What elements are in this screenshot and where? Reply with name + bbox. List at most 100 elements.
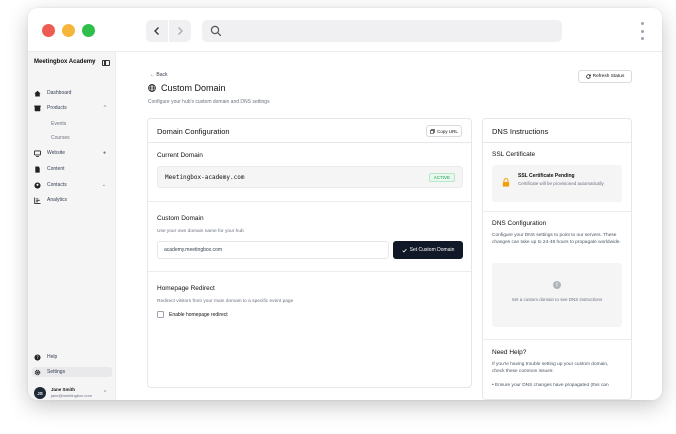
dns-instructions-card: DNS Instructions SSL Certificate SSL Cer… — [482, 118, 632, 400]
minimize-window-button[interactable] — [62, 24, 75, 37]
set-custom-domain-button[interactable]: Set Custom Domain — [393, 241, 463, 259]
avatar: JS — [34, 387, 46, 399]
need-help-title: Need Help? — [492, 349, 527, 356]
sidebar-item-products[interactable]: Products ^ — [34, 103, 112, 113]
ssl-status-box: SSL Certificate Pending Certificate will… — [492, 165, 622, 202]
sidebar-item-website[interactable]: Website ● — [34, 148, 112, 158]
divider — [483, 211, 631, 212]
custom-domain-input[interactable]: academy.meetingbox.com — [157, 241, 389, 259]
sidebar-item-analytics[interactable]: Analytics — [34, 195, 112, 205]
copy-url-label: Copy URL — [437, 128, 458, 134]
sidebar-item-dashboard[interactable]: Dashboard — [34, 88, 112, 98]
sidebar: Meetingbox Academy ▾ Dashboard Products … — [28, 52, 116, 400]
user-menu[interactable]: JS Jane Smith jane@meetingbox.com ^ — [34, 386, 114, 400]
sidebar-item-label: Analytics — [47, 197, 68, 203]
workspace-name[interactable]: Meetingbox Academy — [34, 59, 95, 65]
current-domain-value: Meetingbox-academy.com — [165, 174, 245, 181]
sidebar-subitem-courses[interactable]: Courses — [51, 135, 70, 141]
home-icon — [34, 90, 41, 97]
homepage-redirect-checkbox[interactable] — [157, 311, 164, 318]
sidebar-item-contacts[interactable]: Contacts ⌄ — [34, 180, 112, 190]
copy-icon — [430, 128, 435, 134]
chevron-right-icon — [178, 27, 183, 35]
search-icon — [210, 25, 222, 37]
card-header: Domain Configuration Copy URL — [148, 119, 471, 143]
sidebar-item-label: Settings — [47, 369, 66, 375]
sidebar-item-content[interactable]: Content — [34, 164, 112, 174]
chevron-left-icon — [154, 27, 159, 35]
user-name: Jane Smith — [51, 387, 76, 392]
chevron-up-icon: ^ — [104, 390, 107, 396]
custom-domain-description: Use your own domain name for your hub — [157, 229, 244, 234]
refresh-status-button[interactable]: Refresh Status — [578, 70, 632, 83]
main-content: ← Back Custom Domain Configure your hub'… — [116, 52, 662, 400]
eye-icon: ● — [102, 150, 106, 156]
sidebar-subitem-events[interactable]: Events — [51, 121, 66, 127]
divider — [148, 201, 471, 202]
gear-icon — [34, 369, 41, 376]
card-header: DNS Instructions — [483, 119, 631, 143]
sidebar-item-label: Products — [47, 105, 67, 111]
ssl-certificate-title: SSL Certificate — [492, 151, 536, 158]
address-bar[interactable] — [202, 20, 562, 42]
box-icon — [34, 105, 41, 112]
monitor-icon — [34, 149, 41, 157]
app-window: Meetingbox Academy ▾ Dashboard Products … — [28, 8, 662, 400]
sidebar-toggle-icon[interactable] — [102, 60, 110, 66]
divider — [148, 271, 471, 272]
more-options-icon[interactable] — [639, 22, 645, 40]
card-title: DNS Instructions — [492, 127, 549, 136]
homepage-redirect-description: Redirect visitors from your main domain … — [157, 299, 294, 304]
chevron-up-icon: ^ — [103, 105, 106, 111]
help-circle-icon: ? — [34, 353, 41, 361]
sidebar-item-label: Help — [47, 354, 58, 360]
user-email: jane@meetingbox.com — [51, 393, 92, 398]
copy-url-button[interactable]: Copy URL — [426, 125, 462, 137]
check-icon — [402, 248, 407, 252]
document-icon — [34, 165, 41, 173]
refresh-status-label: Refresh Status — [592, 74, 625, 79]
ssl-status-text: Certificate will be provisioned automati… — [518, 181, 604, 186]
dns-configuration-title: DNS Configuration — [492, 220, 547, 227]
ssl-status-title: SSL Certificate Pending — [518, 173, 575, 179]
card-title: Domain Configuration — [157, 127, 230, 136]
sidebar-item-label: Content — [47, 166, 65, 172]
browser-back-button[interactable] — [146, 20, 168, 42]
homepage-redirect-title: Homepage Redirect — [157, 285, 215, 292]
sidebar-item-label: Dashboard — [47, 90, 72, 96]
bar-chart-icon — [34, 196, 41, 204]
custom-domain-title: Custom Domain — [157, 215, 204, 222]
sidebar-item-label: Contacts — [47, 182, 67, 188]
status-badge: ACTIVE — [428, 173, 455, 182]
sidebar-item-settings[interactable]: Settings — [32, 367, 112, 377]
sidebar-item-label: Website — [47, 150, 65, 156]
dns-empty-text: Set a custom domain to see DNS instructi… — [511, 297, 603, 302]
dns-configuration-text: Configure your DNS settings to point to … — [492, 233, 621, 245]
dns-empty-state: i Set a custom domain to see DNS instruc… — [492, 263, 622, 327]
domain-configuration-card: Domain Configuration Copy URL Current Do… — [147, 118, 472, 388]
set-custom-domain-label: Set Custom Domain — [409, 247, 455, 253]
current-domain-box: Meetingbox-academy.com ACTIVE — [157, 166, 463, 188]
page-title-text: Custom Domain — [161, 83, 226, 93]
current-domain-title: Current Domain — [157, 152, 203, 159]
maximize-window-button[interactable] — [82, 24, 95, 37]
chevron-down-icon[interactable]: ▾ — [92, 59, 95, 65]
user-circle-icon — [34, 181, 41, 189]
need-help-list-item: • Ensure your DNS changes have propagate… — [492, 383, 609, 387]
page-title: Custom Domain — [148, 83, 226, 93]
need-help-text: If you're having trouble setting up your… — [492, 362, 609, 374]
sidebar-item-help[interactable]: ? Help — [34, 352, 112, 362]
back-link[interactable]: ← Back — [150, 72, 168, 78]
close-window-button[interactable] — [42, 24, 55, 37]
page-subtitle: Configure your hub's custom domain and D… — [148, 99, 270, 105]
homepage-redirect-label: Enable homepage redirect — [169, 311, 228, 318]
globe-icon — [148, 84, 156, 92]
info-icon: i — [553, 281, 561, 289]
divider — [483, 339, 631, 340]
title-bar — [28, 8, 662, 52]
lock-icon — [502, 178, 510, 187]
refresh-icon — [585, 74, 591, 79]
homepage-redirect-toggle[interactable]: Enable homepage redirect — [157, 311, 228, 318]
chevron-down-icon: ⌄ — [101, 182, 106, 188]
browser-forward-button[interactable] — [169, 20, 191, 42]
